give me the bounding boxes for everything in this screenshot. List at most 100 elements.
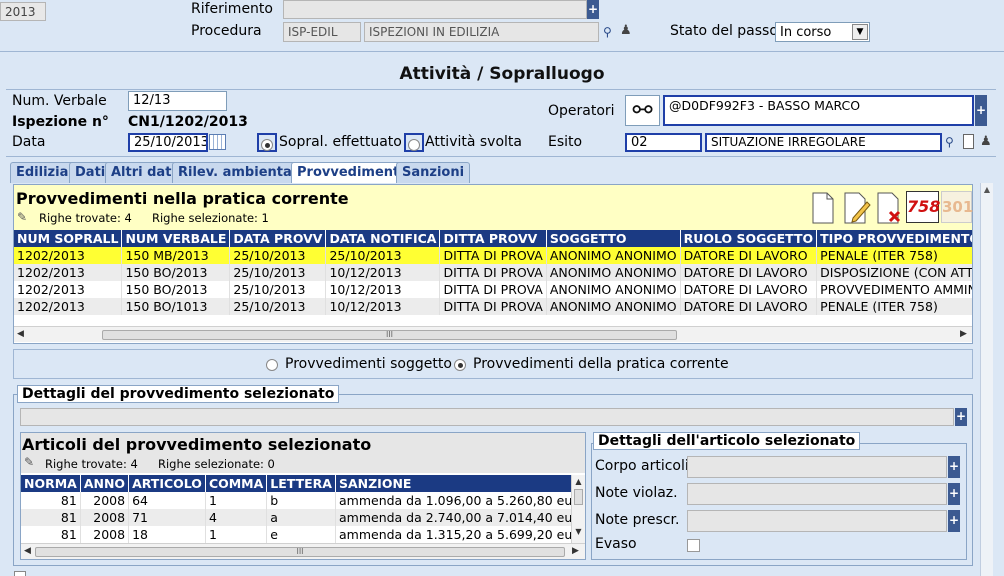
note-prescr-add-button[interactable]: + bbox=[948, 510, 960, 532]
provvedimenti-hscroll[interactable]: ◀ III ▶ bbox=[14, 326, 972, 342]
scroll-up-icon-2[interactable]: ▲ bbox=[572, 477, 585, 486]
table-row[interactable]: 1202/2013 150 MB/2013 25/10/2013 25/10/2… bbox=[14, 247, 972, 264]
iter-301-label: 301 bbox=[942, 198, 974, 216]
corpo-field[interactable] bbox=[687, 456, 947, 478]
table-row[interactable]: 81 2008 71 4 a ammenda da 2.740,00 a 7.0… bbox=[21, 509, 571, 526]
table-cell: 71 bbox=[128, 509, 206, 526]
table-cell: DITTA DI PROVA bbox=[439, 264, 547, 281]
riferimento-add-button[interactable]: + bbox=[587, 0, 599, 19]
soprall-radio[interactable] bbox=[257, 133, 277, 152]
scroll-thumb-2[interactable]: III bbox=[35, 547, 565, 557]
chevron-down-icon[interactable]: ▼ bbox=[852, 24, 868, 40]
new-document-icon[interactable] bbox=[811, 192, 837, 224]
attivita-radio[interactable] bbox=[404, 133, 424, 152]
dettagli-add-button[interactable]: + bbox=[955, 408, 967, 426]
corpo-add-button[interactable]: + bbox=[948, 456, 960, 478]
table-cell: 1202/2013 bbox=[14, 247, 123, 264]
tab-rilev-ambientali[interactable]: Rilev. ambientali bbox=[172, 162, 307, 183]
dettagli-field[interactable] bbox=[20, 408, 954, 426]
table-cell: 1202/2013 bbox=[14, 298, 123, 315]
tab-sanzioni[interactable]: Sanzioni bbox=[396, 162, 471, 183]
riferimento-field[interactable] bbox=[283, 0, 587, 19]
note-violaz-label: Note violaz. bbox=[595, 485, 678, 501]
bottom-checkbox[interactable] bbox=[14, 571, 26, 576]
table-cell: 81 bbox=[21, 509, 81, 526]
col-data-provv[interactable]: DATA PROVV bbox=[229, 230, 327, 247]
radio-soggetto[interactable] bbox=[266, 357, 278, 372]
num-verbale-field[interactable]: 12/13 bbox=[128, 91, 227, 111]
col-comma[interactable]: COMMA bbox=[205, 475, 268, 492]
col-num-verbale[interactable]: NUM VERBALE bbox=[121, 230, 231, 247]
col-norma[interactable]: NORMA bbox=[21, 475, 81, 492]
table-row[interactable]: 81 2008 64 1 b ammenda da 1.096,00 a 5.2… bbox=[21, 492, 571, 509]
note-prescr-field[interactable] bbox=[687, 510, 947, 532]
operatori-binoculars-button[interactable]: ⚯ bbox=[625, 95, 660, 126]
esito-search-icon[interactable]: ⚲ bbox=[945, 135, 954, 149]
note-violaz-field[interactable] bbox=[687, 483, 947, 505]
delete-document-icon[interactable] bbox=[876, 192, 902, 224]
col-soggetto[interactable]: SOGGETTO bbox=[546, 230, 681, 247]
table-cell: 1 bbox=[205, 526, 268, 543]
col-data-notifica[interactable]: DATA NOTIFICA bbox=[325, 230, 441, 247]
table-row[interactable]: 1202/2013 150 BO/2013 25/10/2013 10/12/2… bbox=[14, 281, 972, 298]
articoli-title: Articoli del provvedimento selezionato bbox=[22, 435, 372, 454]
attivita-radio-dot bbox=[408, 138, 420, 151]
soprall-label: Sopral. effettuato bbox=[279, 134, 402, 150]
scroll-right-icon[interactable]: ▶ bbox=[960, 329, 967, 339]
col-sanzione[interactable]: SANZIONE bbox=[335, 475, 571, 492]
table-row[interactable]: 1202/2013 150 BO/2013 25/10/2013 10/12/2… bbox=[14, 264, 972, 281]
scroll-right-icon-2[interactable]: ▶ bbox=[572, 546, 579, 556]
stato-label: Stato del passo bbox=[670, 23, 778, 39]
col-lettera[interactable]: LETTERA bbox=[266, 475, 336, 492]
esito-code-field[interactable]: 02 bbox=[625, 133, 702, 152]
col-ruolo-soggetto[interactable]: RUOLO SOGGETTO bbox=[680, 230, 818, 247]
iter-301-icon[interactable]: 301 bbox=[941, 191, 974, 223]
document-icon[interactable] bbox=[963, 134, 974, 149]
person-info-icon-2[interactable]: ♟ bbox=[980, 134, 992, 149]
page-scrollbar[interactable]: ▲ bbox=[980, 183, 993, 576]
operatori-value: @D0DF992F3 - BASSO MARCO bbox=[669, 98, 861, 113]
scroll-thumb-v[interactable] bbox=[574, 489, 583, 505]
tab-provvedimenti[interactable]: Provvedimenti bbox=[291, 162, 410, 183]
col-anno[interactable]: ANNO bbox=[80, 475, 130, 492]
ispezione-label: Ispezione n° bbox=[12, 114, 109, 130]
col-articolo[interactable]: ARTICOLO bbox=[128, 475, 206, 492]
binoculars-icon[interactable]: ⚲ bbox=[603, 25, 617, 39]
tab-altri-dati[interactable]: Altri dati bbox=[105, 162, 182, 183]
radio-pratica[interactable] bbox=[454, 357, 466, 372]
scroll-left-icon-2[interactable]: ◀ bbox=[24, 546, 31, 556]
col-ditta-provv[interactable]: DITTA PROVV bbox=[439, 230, 547, 247]
provvedimenti-panel: Provvedimenti nella pratica corrente ✎ R… bbox=[13, 184, 973, 344]
articoli-panel: Articoli del provvedimento selezionato ✎… bbox=[20, 432, 586, 560]
articoli-hscroll[interactable]: ◀ III ▶ bbox=[21, 543, 585, 559]
col-tipo-provvedimento[interactable]: TIPO PROVVEDIMENTO bbox=[816, 230, 972, 247]
iter-758-icon[interactable]: 758 bbox=[906, 191, 940, 223]
scroll-up-icon[interactable]: ▲ bbox=[981, 185, 993, 194]
stato-select[interactable]: In corso ▼ bbox=[775, 22, 870, 42]
articoli-vscroll[interactable]: ▲ ▼ bbox=[571, 475, 585, 543]
table-row[interactable]: 81 2008 18 1 e ammenda da 1.315,20 a 5.6… bbox=[21, 526, 571, 543]
calendar-icon[interactable] bbox=[209, 134, 226, 150]
person-info-icon[interactable]: ♟ bbox=[620, 23, 632, 39]
note-violaz-add-button[interactable]: + bbox=[948, 483, 960, 505]
col-num-soprall[interactable]: NUM SOPRALL bbox=[14, 230, 123, 247]
operatori-add-button[interactable]: + bbox=[975, 95, 987, 126]
tab-edilizia[interactable]: Edilizia bbox=[10, 162, 75, 183]
operatori-field[interactable]: @D0DF992F3 - BASSO MARCO bbox=[663, 95, 974, 126]
table-cell: ammenda da 1.315,20 a 5.699,20 euro bbox=[335, 526, 571, 543]
data-field[interactable]: 25/10/2013 bbox=[128, 133, 208, 152]
edit-document-icon[interactable] bbox=[843, 192, 871, 224]
table-cell: 150 BO/2013 bbox=[121, 264, 231, 281]
table-cell: 150 BO/2013 bbox=[121, 281, 231, 298]
esito-desc-field[interactable]: SITUAZIONE IRREGOLARE bbox=[705, 133, 942, 152]
scroll-down-icon[interactable]: ▼ bbox=[572, 527, 585, 536]
evaso-checkbox[interactable] bbox=[687, 539, 700, 552]
scroll-left-icon[interactable]: ◀ bbox=[17, 329, 24, 339]
table-cell: 1 bbox=[205, 492, 268, 509]
table-row[interactable]: 1202/2013 150 BO/1013 25/10/2013 10/12/2… bbox=[14, 298, 972, 315]
table-cell: 10/12/2013 bbox=[325, 281, 441, 298]
page-title: Attività / Sopralluogo bbox=[399, 64, 605, 84]
provvedimenti-table: NUM SOPRALL NUM VERBALE DATA PROVV DATA … bbox=[14, 230, 972, 315]
scroll-thumb[interactable]: III bbox=[102, 330, 677, 340]
table-cell: 25/10/2013 bbox=[229, 247, 327, 264]
